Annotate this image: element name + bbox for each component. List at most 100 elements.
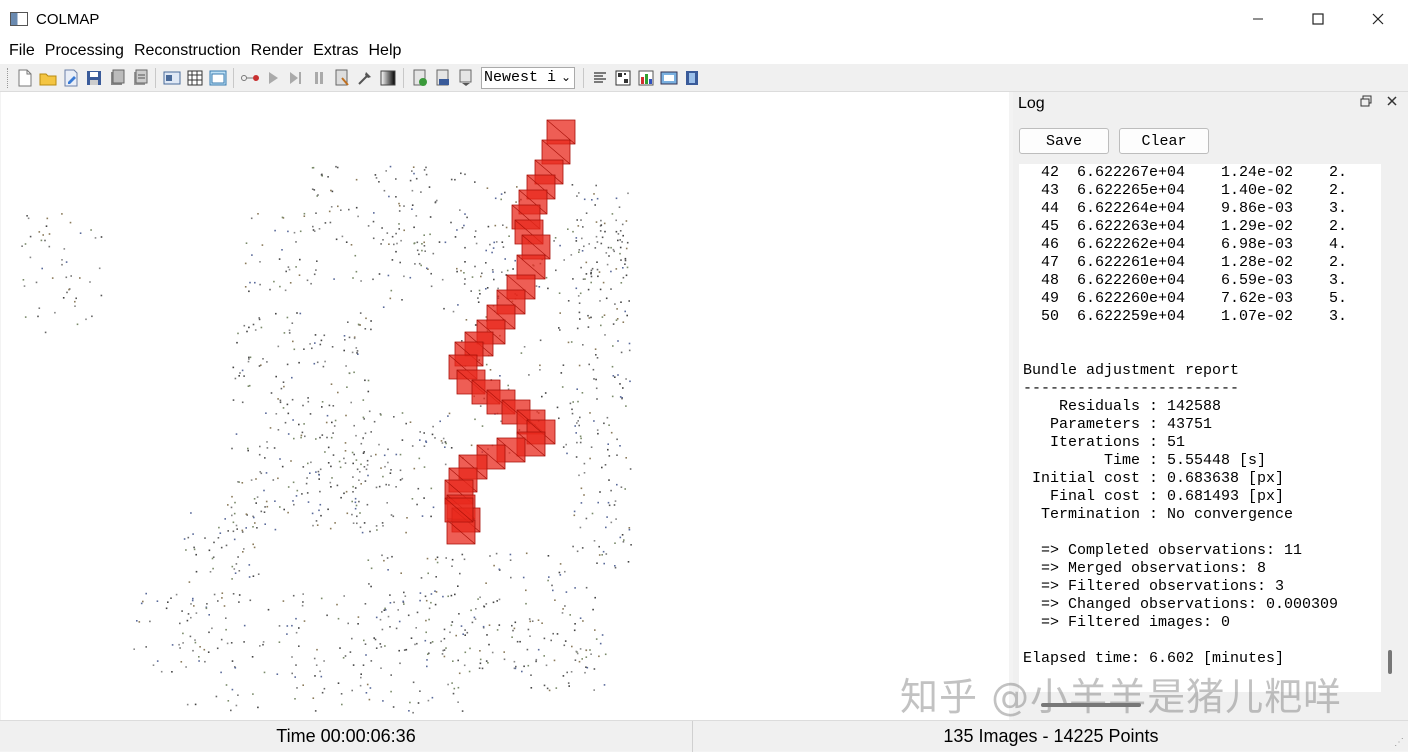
open-project-icon[interactable] [36,67,59,89]
sparse-point [225,684,228,686]
new-project-icon[interactable] [13,67,36,89]
movie-grabber-icon[interactable] [680,67,703,89]
sparse-point [359,526,362,529]
log-text-area[interactable]: 42 6.622267e+04 1.24e-02 2. 43 6.622265e… [1019,164,1381,692]
screenshot-icon[interactable] [657,67,680,89]
menu-extras[interactable]: Extras [308,42,363,60]
clear-log-button[interactable]: Clear [1119,128,1209,154]
menu-processing[interactable]: Processing [40,42,129,60]
sparse-point [231,447,233,450]
undistort-icon[interactable] [408,67,431,89]
sparse-point [290,460,292,462]
sparse-point [303,423,305,425]
menu-reconstruction[interactable]: Reconstruction [129,42,246,60]
sparse-point [342,657,345,659]
sparse-point [615,518,617,520]
sparse-point [475,608,477,610]
reconstruction-pause-icon[interactable] [307,67,330,89]
resize-grip-icon[interactable]: ⋰ [1394,737,1404,748]
sparse-point [599,300,601,302]
sparse-point [243,641,245,643]
sparse-point [487,225,490,228]
sparse-point [243,624,246,627]
sparse-point [259,283,261,286]
save-log-button[interactable]: Save [1019,128,1109,154]
reconstruction-start-icon[interactable] [238,67,261,89]
dense-reconstruction-icon[interactable] [431,67,454,89]
sparse-point [395,627,398,630]
database-icon[interactable] [206,67,229,89]
model-viewer[interactable] [1,92,1009,720]
sparse-point [626,241,629,244]
sparse-point [348,336,351,339]
sparse-point [580,502,583,504]
sparse-point [35,281,38,284]
sparse-point [507,384,509,387]
sparse-point [508,235,510,237]
log-icon[interactable] [588,67,611,89]
sparse-point [376,529,378,531]
feature-matching-icon[interactable] [183,67,206,89]
sparse-point [390,690,392,693]
feature-extraction-icon[interactable] [160,67,183,89]
sparse-point [324,360,326,363]
menu-render[interactable]: Render [246,42,308,60]
sparse-point [190,603,192,605]
menu-file[interactable]: File [4,42,40,60]
sparse-point [323,660,325,662]
sparse-point [436,199,438,202]
sparse-point [237,694,239,696]
sparse-point [607,246,610,249]
maximize-button[interactable] [1288,0,1348,38]
sparse-point [343,492,345,495]
bundle-adjustment-icon[interactable] [353,67,376,89]
minimize-button[interactable] [1228,0,1288,38]
point-cloud-view[interactable] [1,92,1009,720]
iteration-row: 46 6.622262e+04 6.98e-03 4. [1023,236,1348,253]
sparse-point [182,632,184,635]
log-vertical-scrollbar[interactable] [1384,164,1396,692]
sparse-point [225,628,227,631]
model-info-icon[interactable] [454,67,477,89]
report-row: Residuals : 142588 [1023,398,1222,415]
scroll-thumb[interactable] [1388,650,1392,674]
sparse-point [539,339,542,342]
import-model-icon[interactable] [105,67,128,89]
sparse-point [585,212,588,214]
status-bar: Time 00:00:06:36 135 Images - 14225 Poin… [0,720,1408,752]
sparse-point [596,357,599,359]
sparse-point [249,281,251,284]
sparse-point [501,271,503,273]
sparse-point [614,376,616,378]
close-button[interactable] [1348,0,1408,38]
sparse-point [362,416,365,419]
sparse-point [364,643,367,645]
toolbar-grip[interactable] [7,67,10,88]
sparse-point [384,609,387,611]
sparse-point [292,594,295,597]
sparse-point [423,169,426,171]
render-options-icon[interactable] [376,67,399,89]
close-panel-icon[interactable] [1386,95,1398,110]
menu-help[interactable]: Help [363,42,406,60]
sparse-point [509,559,512,561]
sparse-point [581,547,584,549]
render-mode-select[interactable]: Newest i ⌄ [481,66,575,89]
reconstruction-next-icon[interactable] [284,67,307,89]
sparse-point [416,249,419,252]
reconstruction-options-icon[interactable] [330,67,353,89]
sparse-point [492,601,495,604]
save-project-icon[interactable] [82,67,105,89]
sparse-point [287,433,290,435]
sparse-point [253,546,256,549]
edit-project-icon[interactable] [59,67,82,89]
sparse-point [618,206,621,208]
reconstruction-step-icon[interactable] [261,67,284,89]
export-model-icon[interactable] [128,67,151,89]
sparse-point [621,534,624,536]
sparse-point [303,620,306,622]
float-panel-icon[interactable] [1360,95,1372,110]
sparse-point [352,277,354,279]
match-matrix-icon[interactable] [611,67,634,89]
statistics-icon[interactable] [634,67,657,89]
